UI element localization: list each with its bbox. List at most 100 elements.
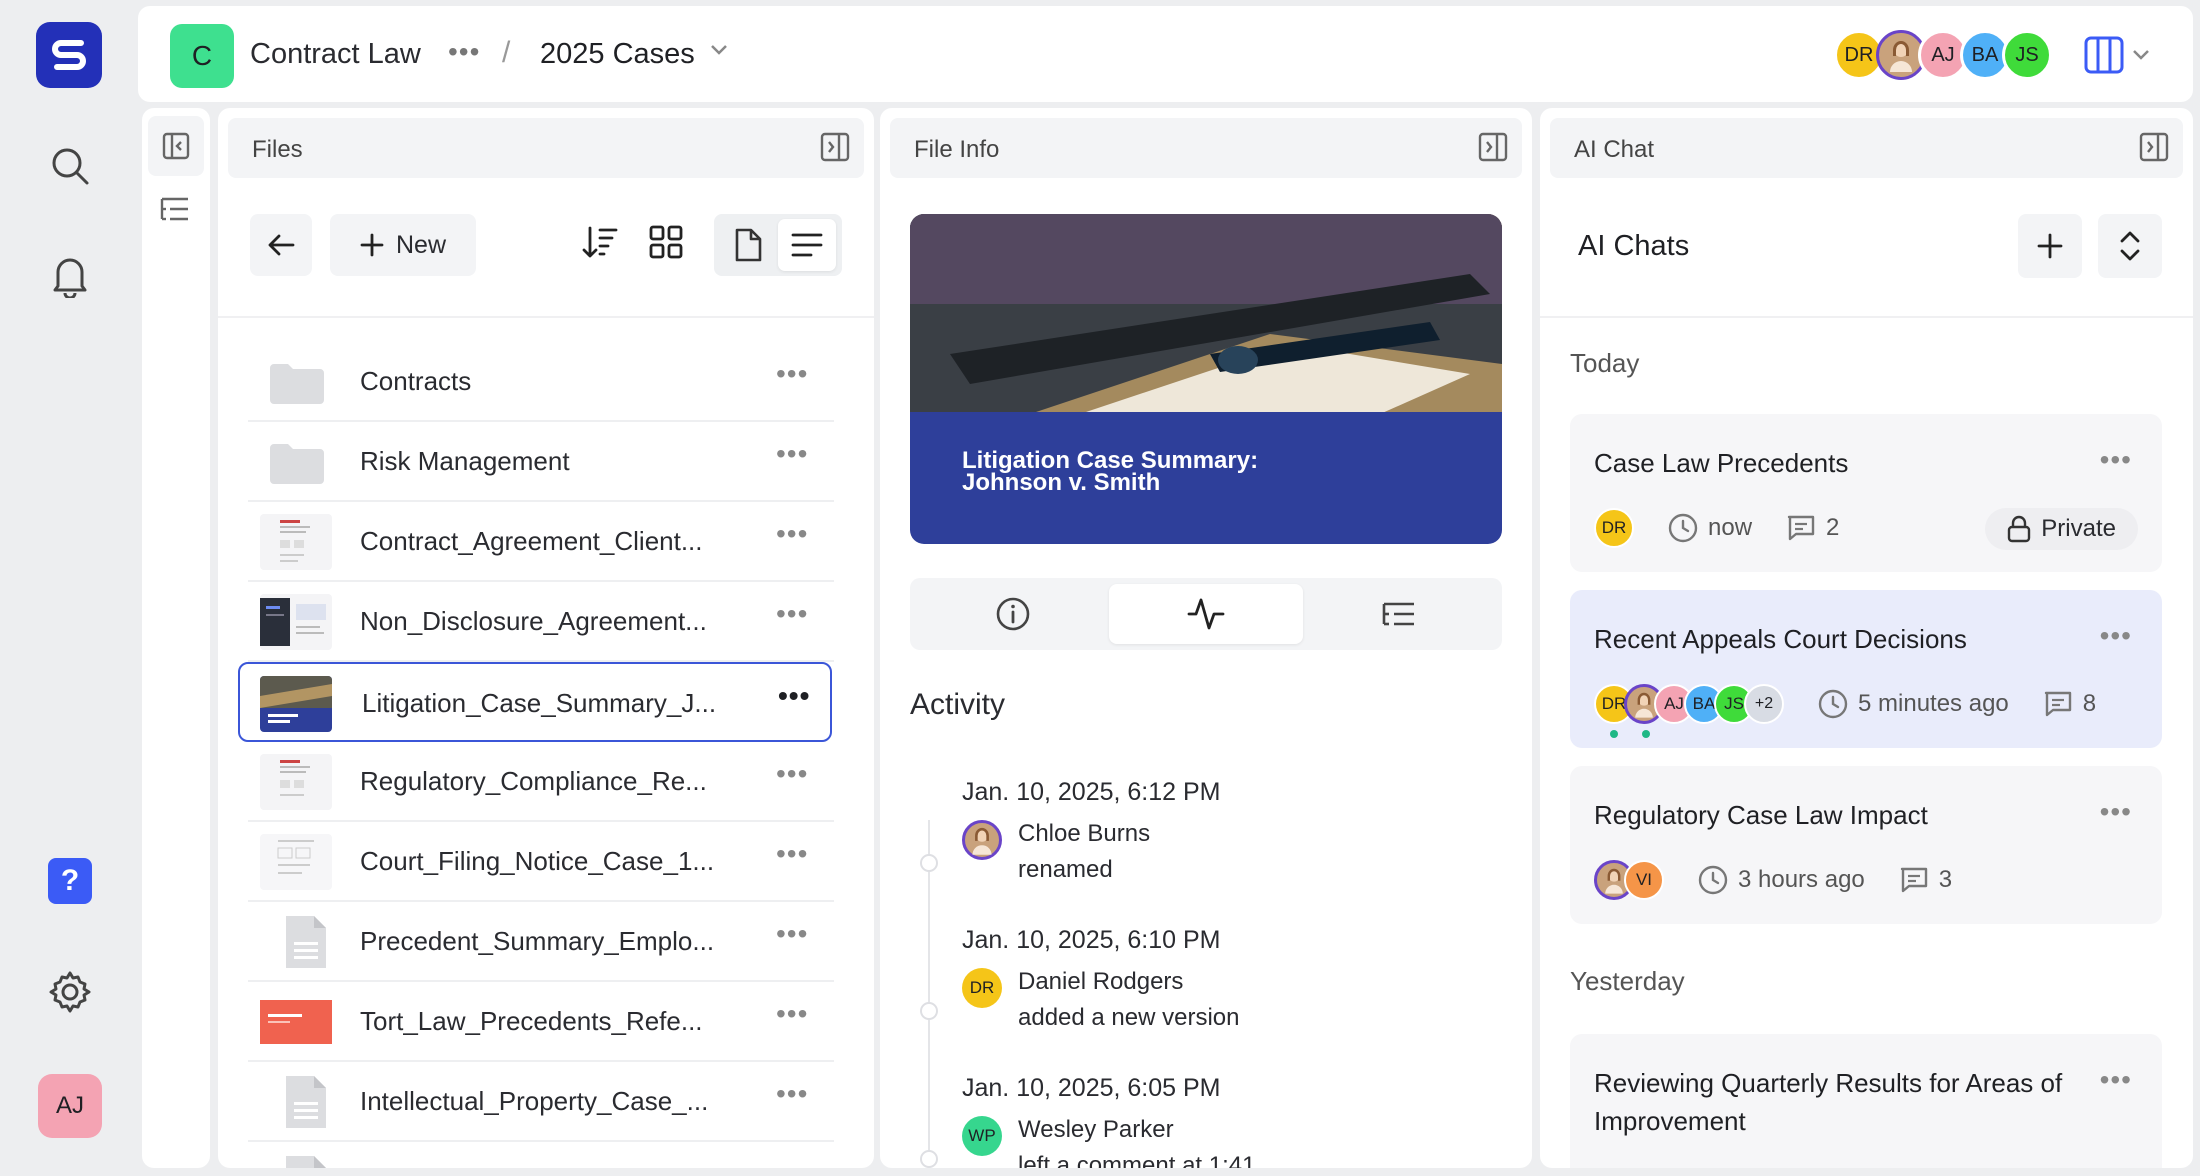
- file-row[interactable]: Non_Disclosure_Agreement... •••: [248, 582, 834, 662]
- expand-panel-icon[interactable]: [148, 116, 204, 176]
- file-row-risk-management[interactable]: Risk Management •••: [248, 422, 834, 502]
- document-icon: [286, 916, 326, 968]
- avatar-overflow[interactable]: +2: [1744, 684, 1784, 724]
- file-row[interactable]: Regulatory_Compliance_Re... •••: [248, 742, 834, 822]
- panel-title: Files: [252, 136, 303, 163]
- workspace-name[interactable]: Contract Law: [250, 38, 421, 71]
- chat-header: [1540, 208, 2193, 318]
- info-tabs: [910, 578, 1502, 650]
- file-row-selected[interactable]: Litigation_Case_Summary_J... •••: [238, 662, 832, 742]
- activity-action: renamed: [1018, 856, 1113, 883]
- expand-collapse-button[interactable]: [2098, 214, 2162, 278]
- workspace-more-icon[interactable]: •••: [448, 36, 480, 68]
- folder-icon: [270, 444, 324, 484]
- search-icon[interactable]: [42, 138, 98, 194]
- more-icon[interactable]: •••: [2100, 444, 2132, 476]
- avatar[interactable]: JS: [2002, 30, 2052, 80]
- more-icon[interactable]: •••: [776, 758, 808, 790]
- chat-card[interactable]: Reviewing Quarterly Results for Areas of…: [1570, 1034, 2162, 1168]
- file-row[interactable]: Tort_Law_Precedents_Refe... •••: [248, 982, 834, 1062]
- file-row[interactable]: [248, 1142, 834, 1168]
- folder-icon: [270, 364, 324, 404]
- gear-icon[interactable]: [42, 964, 98, 1020]
- file-row[interactable]: Intellectual_Property_Case_... •••: [248, 1062, 834, 1142]
- breadcrumb-separator: /: [502, 36, 511, 69]
- collapse-panel-icon[interactable]: [820, 132, 850, 162]
- help-icon[interactable]: ?: [48, 858, 92, 904]
- more-icon[interactable]: •••: [776, 838, 808, 870]
- chat-time-text: 3 hours ago: [1738, 866, 1865, 893]
- file-row-contracts[interactable]: Contracts •••: [248, 342, 834, 422]
- tab-outline[interactable]: [1302, 584, 1496, 644]
- more-icon[interactable]: •••: [776, 358, 808, 390]
- document-thumbnail: [260, 754, 332, 810]
- activity-icon: [1187, 598, 1225, 630]
- back-button[interactable]: [250, 214, 312, 276]
- activity-date: Jan. 10, 2025, 6:10 PM: [962, 926, 1221, 954]
- new-chat-button[interactable]: [2018, 214, 2082, 278]
- ai-chat-panel: AI Chat AI Chats Today Case Law Preceden…: [1540, 108, 2193, 1168]
- activity-user: Wesley Parker: [1018, 1116, 1174, 1143]
- grid-view-icon[interactable]: [646, 222, 686, 262]
- avatar[interactable]: VI: [1624, 860, 1664, 900]
- avatar[interactable]: [962, 820, 1002, 860]
- file-row[interactable]: Court_Filing_Notice_Case_1... •••: [248, 822, 834, 902]
- file-info-panel: File Info Litigation Case Summary: Johns…: [880, 108, 1532, 1168]
- more-icon[interactable]: •••: [776, 918, 808, 950]
- collapse-panel-icon[interactable]: [1478, 132, 1508, 162]
- breadcrumb-folder[interactable]: 2025 Cases: [540, 38, 695, 71]
- tab-activity[interactable]: [1109, 584, 1303, 644]
- activity-user: Chloe Burns: [1018, 820, 1151, 847]
- chat-card[interactable]: Case Law Precedents ••• DR now 2 Private: [1570, 414, 2162, 572]
- timeline-dot: [920, 1150, 938, 1168]
- chat-list-title: AI Chats: [1578, 230, 1690, 262]
- user-avatar[interactable]: AJ: [38, 1074, 102, 1138]
- more-icon[interactable]: •••: [2100, 620, 2132, 652]
- chat-meta: DR now 2: [1594, 506, 1839, 550]
- chat-message-count: 2: [1786, 514, 1839, 542]
- more-icon[interactable]: •••: [776, 438, 808, 470]
- comment-icon: [1787, 515, 1815, 541]
- chat-title: Reviewing Quarterly Results for Areas of…: [1594, 1068, 2063, 1136]
- tab-details[interactable]: [916, 584, 1110, 644]
- outline-icon: [1382, 602, 1414, 626]
- collapse-panel-icon[interactable]: [2139, 132, 2169, 162]
- more-icon[interactable]: •••: [776, 1078, 808, 1110]
- workspace-icon[interactable]: C: [170, 24, 234, 88]
- timeline-line: [928, 820, 930, 1168]
- bell-icon[interactable]: [42, 248, 98, 304]
- chat-title: Case Law Precedents: [1594, 448, 1849, 478]
- list-view-icon[interactable]: [778, 219, 836, 271]
- logo-icon[interactable]: [36, 22, 102, 88]
- chat-title: Regulatory Case Law Impact: [1594, 800, 1928, 830]
- file-row[interactable]: Contract_Agreement_Client... •••: [248, 502, 834, 582]
- more-icon[interactable]: •••: [776, 518, 808, 550]
- activity-heading: Activity: [910, 688, 1006, 721]
- chat-card[interactable]: Regulatory Case Law Impact ••• VI 3 hour…: [1570, 766, 2162, 924]
- chat-card[interactable]: Recent Appeals Court Decisions ••• DR AJ…: [1570, 590, 2162, 748]
- more-icon[interactable]: •••: [2100, 796, 2132, 828]
- sort-icon[interactable]: [580, 222, 620, 262]
- chat-message-count: 3: [1899, 866, 1952, 894]
- avatar[interactable]: DR: [962, 968, 1002, 1008]
- file-name: Risk Management: [360, 446, 570, 476]
- chat-count-text: 2: [1826, 514, 1840, 541]
- more-icon[interactable]: •••: [778, 680, 810, 712]
- file-view-icon[interactable]: [720, 220, 776, 270]
- private-badge[interactable]: Private: [1985, 508, 2138, 550]
- chevron-up-down-icon: [2120, 231, 2140, 261]
- file-preview[interactable]: Litigation Case Summary: Johnson v. Smit…: [910, 214, 1502, 544]
- avatar[interactable]: WP: [962, 1116, 1002, 1156]
- more-icon[interactable]: •••: [776, 998, 808, 1030]
- more-icon[interactable]: •••: [2100, 1064, 2132, 1096]
- collaborator-avatars: DR AJ BA JS: [1834, 30, 2052, 80]
- chevron-down-icon[interactable]: [710, 44, 728, 56]
- chat-count-text: 3: [1938, 866, 1953, 893]
- outline-icon[interactable]: [160, 196, 190, 222]
- avatar[interactable]: DR: [1594, 508, 1634, 548]
- more-icon[interactable]: •••: [776, 598, 808, 630]
- file-row[interactable]: Precedent_Summary_Emplo... •••: [248, 902, 834, 982]
- new-button[interactable]: New: [330, 214, 476, 276]
- layout-toggle-button[interactable]: [2084, 36, 2150, 74]
- activity-action: added a new version: [1018, 1004, 1240, 1031]
